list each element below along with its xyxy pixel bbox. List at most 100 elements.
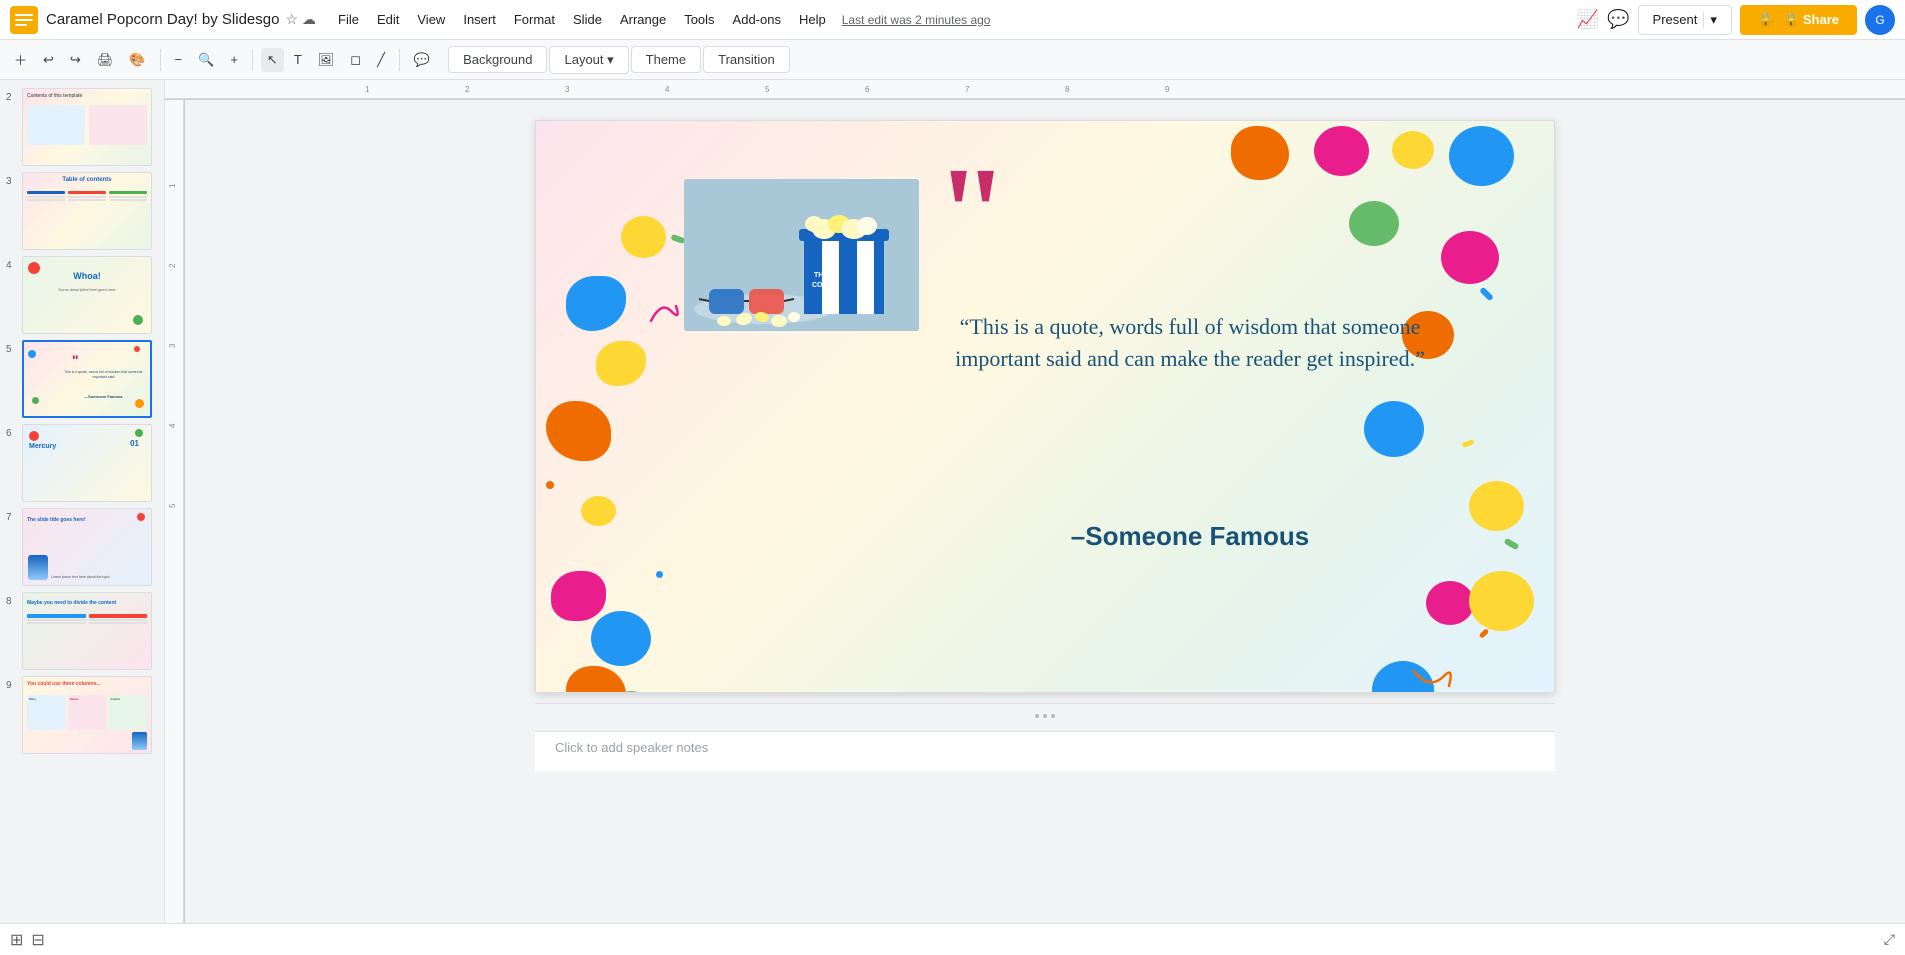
confetti-blue-right (1479, 287, 1494, 302)
blob-blue-small-left (591, 611, 651, 666)
toolbar: ＋ ↩ ↪ 🖨 🎨 − 🔍 + ↖ T 🖼 ◻ ╱ 💬 Background L… (0, 40, 1905, 80)
slide-preview-3[interactable]: Table of contents (22, 172, 152, 250)
present-dropdown-arrow[interactable]: ▾ (1703, 12, 1717, 28)
slide-thumb-5[interactable]: 5 " This is a quote, words full of wisdo… (6, 340, 158, 418)
slide-preview-7[interactable]: The slide title goes here! Lorem ipsum t… (22, 508, 152, 586)
cloud-icon[interactable]: ☁ (302, 11, 316, 28)
popcorn-image[interactable]: THE CORN (684, 179, 919, 331)
svg-text:1: 1 (365, 85, 370, 94)
confetti-yellow-right (1462, 439, 1475, 448)
doc-title[interactable]: Caramel Popcorn Day! by Slidesgo (46, 11, 279, 28)
ruler-area: 1 2 3 4 5 6 7 8 9 1 2 3 4 5 (165, 80, 1905, 923)
slide-thumb-6[interactable]: 6 Mercury 01 (6, 424, 158, 502)
select-tool-button[interactable]: ↖ (261, 48, 284, 72)
share-button[interactable]: 🔒 🔒 Share (1740, 5, 1857, 35)
vertical-ruler: 1 2 3 4 5 (165, 100, 185, 923)
confetti-blue-dot (656, 571, 663, 578)
layout-button[interactable]: Layout ▾ (549, 46, 628, 74)
canvas-area: 1 2 3 4 5 (165, 100, 1905, 923)
menu-tools[interactable]: Tools (676, 8, 722, 31)
blob-green-right (1349, 201, 1399, 246)
slide-preview-4[interactable]: Whoa! Some descriptive text goes here (22, 256, 152, 334)
blob-yellow-left (596, 341, 646, 386)
slide-thumb-4[interactable]: 4 Whoa! Some descriptive text goes here (6, 256, 158, 334)
curl-decoration-right-bottom (1409, 666, 1454, 693)
slide-thumb-3[interactable]: 3 Table of contents (6, 172, 158, 250)
shapes-button[interactable]: ◻ (344, 48, 367, 72)
slide-preview-2[interactable]: Contents of this template (22, 88, 152, 166)
toolbar-separator-2 (252, 49, 253, 71)
blob-blue-right-mid (1364, 401, 1424, 457)
quote-author[interactable]: –Someone Famous (926, 521, 1454, 552)
text-box-button[interactable]: T (288, 48, 308, 71)
menu-slide[interactable]: Slide (565, 8, 610, 31)
blob-pink-right-bottom (1426, 581, 1474, 625)
slide-thumb-2[interactable]: 2 Contents of this template (6, 88, 158, 166)
slide-preview-6[interactable]: Mercury 01 (22, 424, 152, 502)
fit-to-window-icon[interactable]: ⤢ (1884, 931, 1895, 948)
blob-yellow-top (621, 216, 666, 258)
add-slide-button[interactable]: ＋ (8, 46, 33, 73)
transition-button[interactable]: Transition (703, 46, 790, 73)
quote-marks-decoration: " (936, 161, 1008, 265)
scroll-dot-2 (1043, 714, 1047, 718)
background-button[interactable]: Background (448, 46, 547, 73)
slide-canvas[interactable]: THE CORN " “This is a quote, words full … (535, 120, 1555, 693)
slide-preview-5[interactable]: " This is a quote, words full of wisdom … (22, 340, 152, 418)
redo-button[interactable]: ↪ (64, 48, 87, 72)
slide-thumb-8[interactable]: 8 Maybe you need to divide the content (6, 592, 158, 670)
svg-text:8: 8 (1065, 85, 1070, 94)
print-button[interactable]: 🖨 (91, 48, 120, 72)
zoom-level-display[interactable]: 🔍 (192, 48, 220, 72)
menu-view[interactable]: View (409, 8, 453, 31)
toolbar-separator-3 (399, 49, 400, 71)
present-button[interactable]: Present ▾ (1638, 5, 1732, 35)
slide-number: 2 (6, 92, 18, 103)
menu-format[interactable]: Format (506, 8, 563, 31)
menu-help[interactable]: Help (791, 8, 834, 31)
svg-text:THE: THE (814, 272, 828, 279)
image-button[interactable]: 🖼 (312, 48, 341, 72)
scroll-indicator (535, 703, 1555, 727)
svg-text:4: 4 (168, 423, 177, 428)
slide-preview-9[interactable]: You could use three columns... Mars Venu… (22, 676, 152, 754)
blob-blue-left (566, 276, 626, 331)
menu-addons[interactable]: Add-ons (725, 8, 789, 31)
slide-thumb-7[interactable]: 7 The slide title goes here! Lorem ipsum… (6, 508, 158, 586)
slide-thumb-9[interactable]: 9 You could use three columns... Mars Ve… (6, 676, 158, 754)
speaker-notes[interactable]: Click to add speaker notes (535, 731, 1555, 771)
slide-number: 6 (6, 428, 18, 439)
analytics-icon[interactable]: 📈 (1577, 9, 1599, 30)
blob-pink-right (1441, 231, 1499, 284)
last-edit-link[interactable]: Last edit was 2 minutes ago (842, 13, 991, 27)
slide-number: 9 (6, 680, 18, 691)
menu-file[interactable]: File (330, 8, 367, 31)
zoom-in-button[interactable]: + (224, 48, 244, 71)
theme-button[interactable]: Theme (631, 46, 701, 73)
comment-button[interactable]: 💬 (408, 48, 436, 72)
undo-button[interactable]: ↩ (37, 48, 60, 72)
user-avatar[interactable]: G (1865, 5, 1895, 35)
menu-edit[interactable]: Edit (369, 8, 407, 31)
zoom-out-button[interactable]: − (169, 48, 189, 71)
svg-text:7: 7 (965, 85, 970, 94)
scroll-dot-3 (1051, 714, 1055, 718)
quote-text[interactable]: “This is a quote, words full of wisdom t… (926, 311, 1454, 375)
paint-format-button[interactable]: 🎨 (123, 48, 151, 72)
canvas-wrapper[interactable]: THE CORN " “This is a quote, words full … (185, 100, 1905, 923)
menu-bar: File Edit View Insert Format Slide Arran… (330, 8, 834, 31)
menu-arrange[interactable]: Arrange (612, 8, 674, 31)
bottom-right-controls: ⤢ (1884, 931, 1895, 948)
blob-orange-bottom-left (566, 666, 626, 693)
blob-yellow-top-right (1392, 131, 1434, 169)
confetti-orange-dot (546, 481, 554, 489)
list-view-icon[interactable]: ⊟ (31, 930, 44, 950)
grid-view-icon[interactable]: ⊞ (10, 930, 23, 950)
confetti-green-right (1504, 538, 1520, 551)
comments-icon[interactable]: 💬 (1607, 9, 1629, 30)
slide-preview-8[interactable]: Maybe you need to divide the content (22, 592, 152, 670)
star-icon[interactable]: ☆ (285, 11, 298, 28)
line-button[interactable]: ╱ (371, 48, 391, 72)
menu-insert[interactable]: Insert (455, 8, 504, 31)
svg-text:5: 5 (765, 85, 770, 94)
